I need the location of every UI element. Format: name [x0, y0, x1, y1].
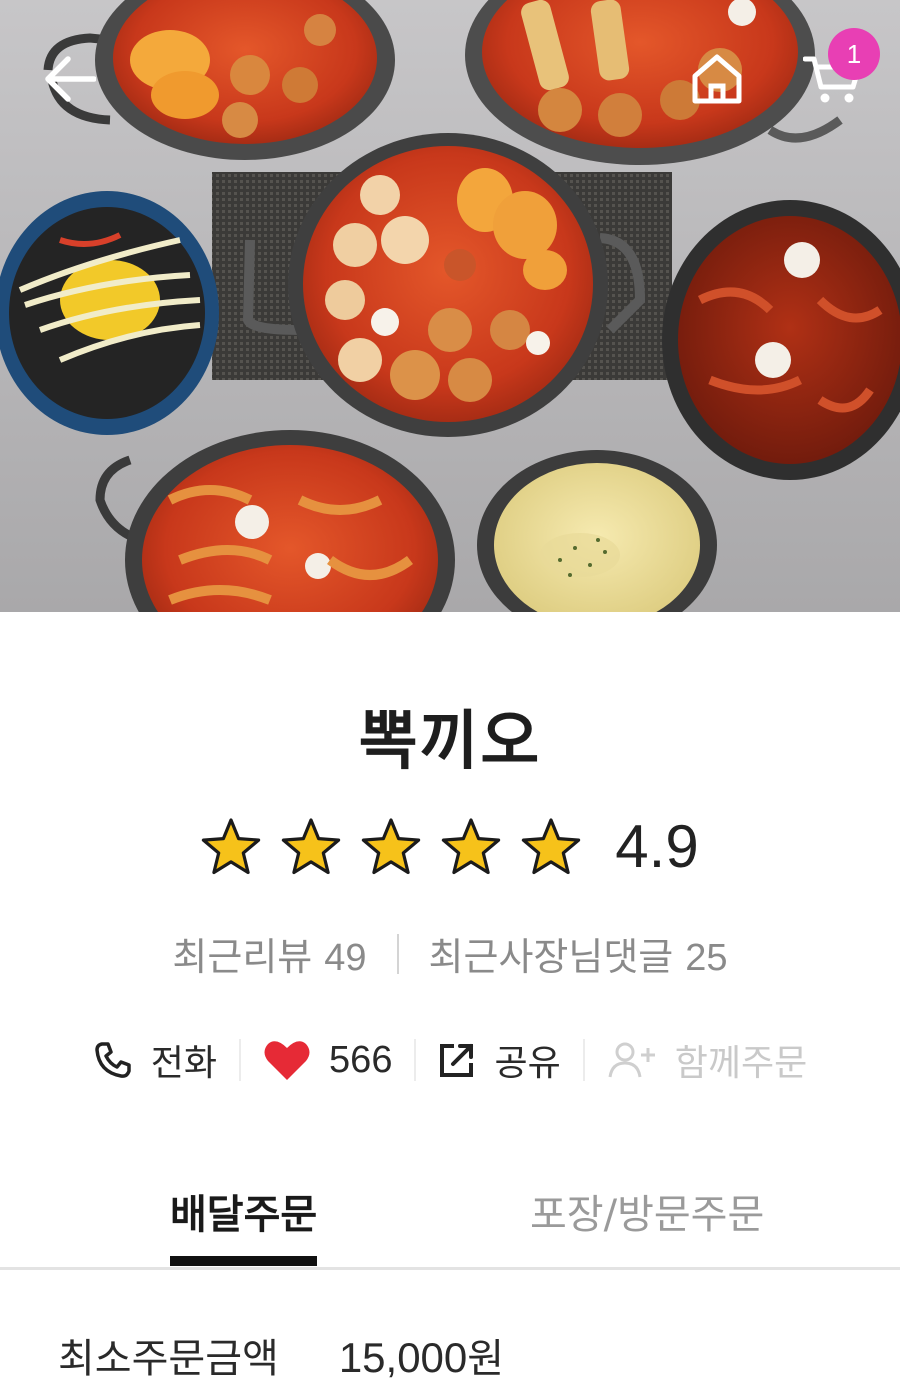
- currency-unit: 원: [467, 1336, 505, 1382]
- star-icon: [522, 817, 581, 874]
- recent-reviews-link[interactable]: 최근리뷰 49: [172, 926, 366, 981]
- review-summary: 최근리뷰 49 최근사장님댓글 25: [0, 926, 900, 981]
- recent-reviews-count: 49: [324, 937, 367, 979]
- add-person-icon: [608, 1042, 655, 1078]
- heart-icon: [264, 1041, 310, 1080]
- group-order-label: 함께주문: [674, 1043, 808, 1084]
- call-label: 전화: [150, 1043, 218, 1084]
- store-actions: 전화 566 공유 함께주문: [0, 1030, 900, 1090]
- back-arrow-icon: [45, 56, 96, 102]
- star-icon: [442, 817, 501, 874]
- owner-replies-label: 최근사장님댓글: [428, 935, 674, 979]
- likes-count: 566: [329, 1038, 393, 1081]
- min-order-amount: 15,000: [338, 1334, 468, 1381]
- min-order-value: 15,000원: [339, 1326, 504, 1384]
- order-type-tabs: 배달주문 포장/방문주문: [0, 1170, 900, 1270]
- food-photo: [0, 0, 900, 612]
- share-button[interactable]: 공유: [416, 1034, 582, 1086]
- owner-replies-count: 25: [685, 937, 728, 979]
- call-button[interactable]: 전화: [71, 1034, 239, 1086]
- min-order-row: 최소주문금액 15,000원: [58, 1326, 504, 1384]
- star-icon: [362, 817, 421, 874]
- like-button[interactable]: 566: [241, 1038, 414, 1082]
- tab-pickup[interactable]: 포장/방문주문: [530, 1182, 764, 1240]
- star-icon: [202, 817, 261, 874]
- rating-stars: [201, 817, 581, 877]
- rating-value: 4.9: [615, 813, 699, 880]
- rating-row: 4.9: [0, 812, 900, 881]
- back-button[interactable]: [35, 44, 105, 114]
- recent-reviews-label: 최근리뷰: [172, 935, 313, 979]
- owner-replies-link[interactable]: 최근사장님댓글 25: [429, 926, 728, 981]
- star-icon: [282, 817, 341, 874]
- cart-count-badge: 1: [828, 28, 880, 80]
- share-icon: [440, 1044, 474, 1077]
- group-order-button[interactable]: 함께주문: [585, 1034, 829, 1086]
- divider: [396, 933, 399, 974]
- store-hero-image: 1: [0, 0, 900, 612]
- tab-delivery[interactable]: 배달주문: [170, 1182, 318, 1266]
- min-order-label: 최소주문금액: [58, 1336, 279, 1382]
- home-button[interactable]: [682, 44, 752, 114]
- phone-icon: [95, 1042, 131, 1078]
- share-label: 공유: [494, 1043, 561, 1084]
- store-name: 뽁끼오: [358, 705, 542, 779]
- home-icon: [692, 54, 742, 104]
